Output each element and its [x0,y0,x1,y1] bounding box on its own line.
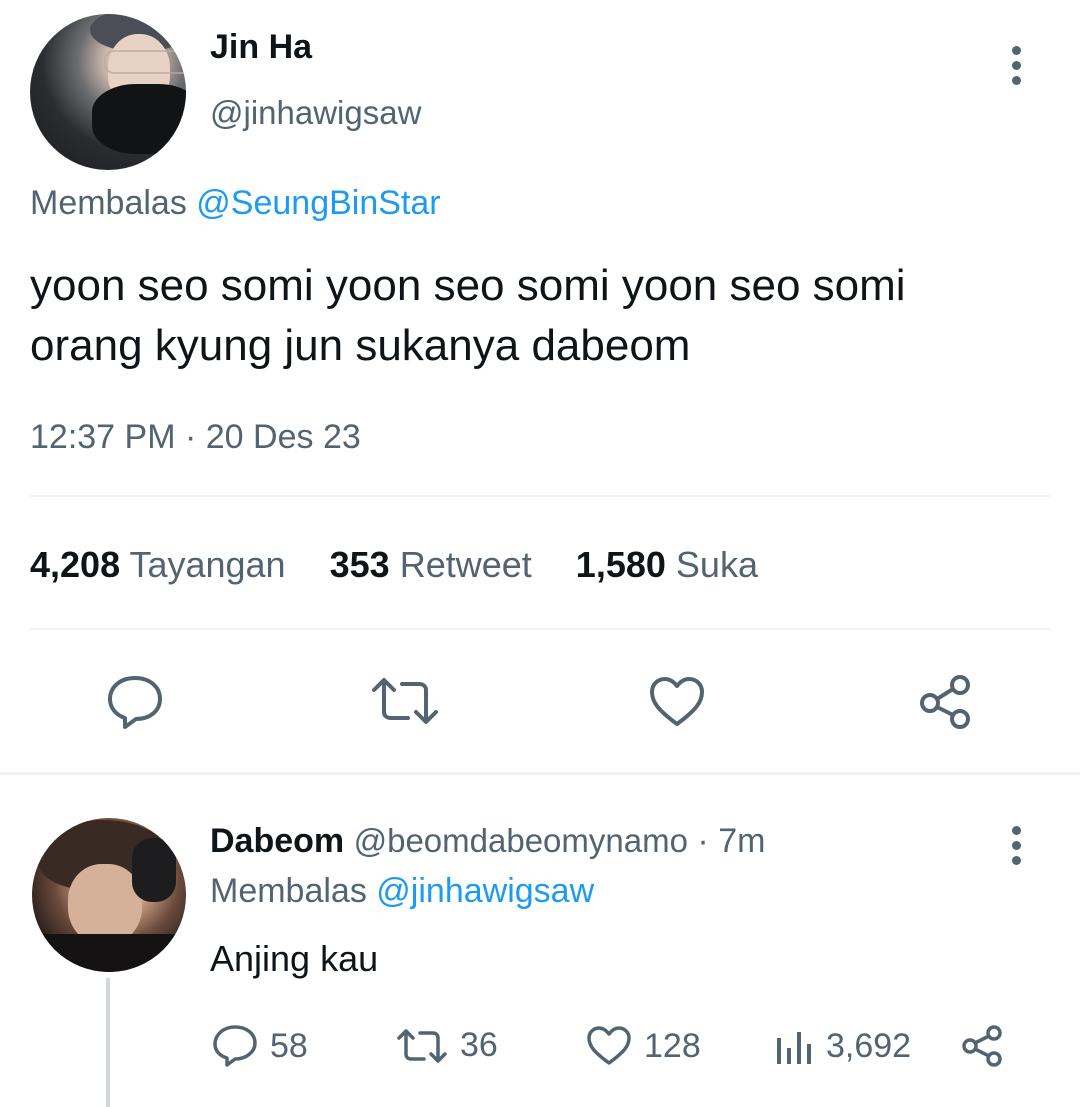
tweet-text-line-2: orang kyung jun sukanya dabeom [30,321,691,370]
divider [30,495,1050,497]
views-label: Tayangan [129,544,286,585]
reply-replying-prefix: Membalas [210,872,367,910]
likes-label: Suka [675,544,758,585]
author-handle[interactable]: @jinhawigsaw [210,94,421,132]
replying-to-link[interactable]: @SeungBinStar [196,184,440,222]
reply-like-button[interactable]: 128 [586,1026,701,1066]
like-button[interactable] [648,676,706,728]
section-divider [0,772,1080,775]
reply-button[interactable] [106,674,164,730]
replying-prefix: Membalas [30,184,187,222]
reply-author-avatar[interactable] [32,818,186,972]
tweet-text-line-1: yoon seo somi yoon seo somi yoon seo som… [30,261,906,310]
tweet-time: 12:37 PM [30,418,176,456]
divider [30,628,1050,630]
retweets-label: Retweet [399,544,532,585]
views-count: 4,208 [30,544,121,585]
reply-time-ago[interactable]: 7m [718,822,765,860]
tweet-stats: 4,208 Tayangan 353 Retweet 1,580 Suka [30,544,758,586]
likes-stat[interactable]: 1,580 Suka [576,544,758,585]
retweets-stat[interactable]: 353 Retweet [330,544,542,585]
retweet-icon [397,1028,447,1063]
views-icon [777,1032,811,1064]
reply-icon [108,676,162,729]
tweet-date: 20 Des 23 [205,418,361,456]
reply-separator: · [697,822,709,860]
reply-like-count: 128 [644,1026,701,1065]
share-icon [920,675,970,729]
reply-header: Dabeom @beomdabeomynamo · 7m [210,822,765,861]
more-options-icon[interactable] [1012,46,1022,91]
heart-icon [650,677,704,726]
author-avatar[interactable] [30,14,186,170]
reply-retweet-button[interactable]: 36 [396,1026,498,1065]
reply-views-count: 3,692 [826,1026,912,1065]
reply-share-button[interactable] [960,1024,1004,1073]
tweet-timestamp[interactable]: 12:37 PM · 20 Des 23 [30,418,361,457]
views-stat[interactable]: 4,208 Tayangan [30,544,296,585]
reply-author-handle[interactable]: @beomdabeomynamo [354,822,688,859]
retweets-count: 353 [329,544,390,585]
thread-line [106,978,110,1107]
reply-more-options-icon[interactable] [1012,826,1022,871]
reply-replies-count: 58 [270,1026,308,1065]
reply-replies-button[interactable]: 58 [212,1024,308,1068]
retweet-button[interactable] [370,676,440,726]
reply-icon [213,1025,257,1067]
reply-author-name[interactable]: Dabeom [210,822,344,860]
share-button[interactable] [916,673,974,731]
replying-to-line: Membalas @SeungBinStar [30,184,441,223]
reply-replying-to-link[interactable]: @jinhawigsaw [376,872,594,910]
reply-text: Anjing kau [210,938,379,979]
heart-icon [587,1026,631,1065]
reply-retweet-count: 36 [460,1026,498,1064]
reply-replying-to-line: Membalas @jinhawigsaw [210,872,594,911]
timestamp-separator: · [184,418,197,456]
retweet-icon [372,678,438,724]
author-name[interactable]: Jin Ha [210,28,312,67]
tweet-text: yoon seo somi yoon seo somi yoon seo som… [30,256,1060,376]
reply-views-button[interactable]: 3,692 [774,1026,911,1066]
share-icon [962,1025,1002,1067]
likes-count: 1,580 [575,544,666,585]
